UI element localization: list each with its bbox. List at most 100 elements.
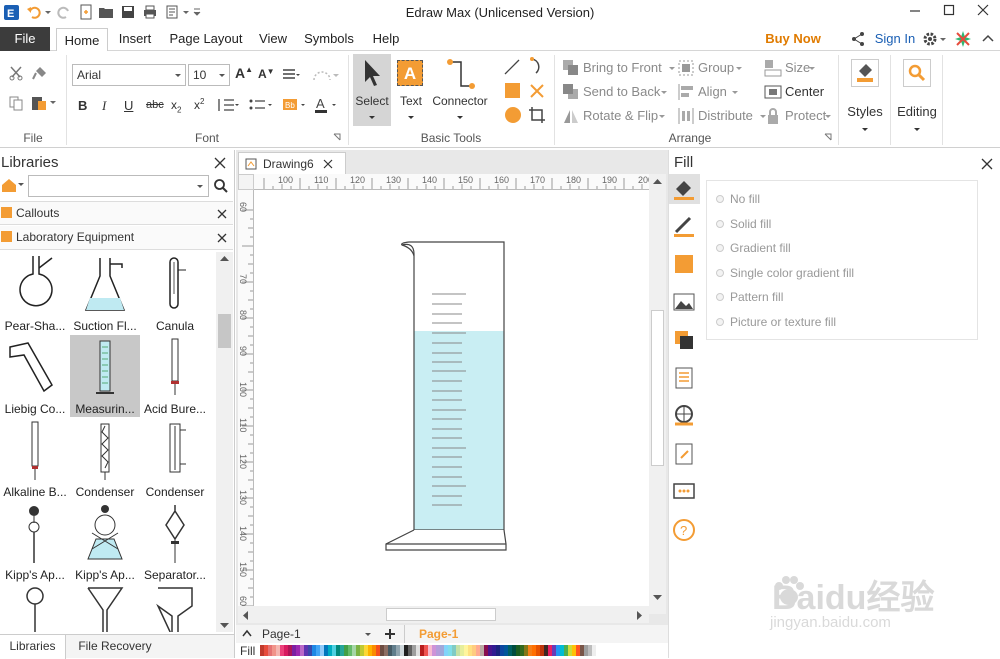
measuring-cylinder-shape[interactable] <box>254 190 649 614</box>
undo-dropdown-icon[interactable] <box>44 4 52 20</box>
library-item-funnel[interactable] <box>70 584 140 632</box>
fill-option-gradient-fill[interactable]: Gradient fill <box>730 241 791 255</box>
tab-symbols[interactable]: Symbols <box>300 27 358 51</box>
rectangle-tool-icon[interactable] <box>505 83 520 98</box>
cut-icon[interactable] <box>8 65 24 81</box>
document-tab[interactable]: Drawing6 <box>238 152 346 174</box>
fill-option-no-fill[interactable]: No fill <box>730 192 760 206</box>
strikethrough-icon[interactable]: abc <box>146 99 164 111</box>
page-select[interactable]: Page-1 <box>260 626 374 642</box>
crop-tool-icon[interactable] <box>528 106 546 124</box>
radio-solid-fill[interactable] <box>716 220 724 228</box>
drawing-canvas[interactable] <box>254 190 649 614</box>
library-item-separator-funnel[interactable]: Separator... <box>140 501 210 583</box>
styles-button[interactable]: Styles <box>842 54 888 142</box>
library-item-condenser-2[interactable]: Condenser <box>140 418 210 500</box>
new-file-icon[interactable] <box>78 4 94 20</box>
export-icon[interactable] <box>165 4 181 20</box>
page-tab[interactable]: Page-1 <box>419 627 458 641</box>
scroll-up-icon[interactable] <box>220 255 229 262</box>
radio-no-fill[interactable] <box>716 195 724 203</box>
library-item-measuring-cylinder[interactable]: Measurin... <box>70 335 140 417</box>
layers-icon[interactable] <box>672 328 696 352</box>
scrollbar-thumb[interactable] <box>218 314 231 348</box>
fill-option-picture-fill[interactable]: Picture or texture fill <box>730 315 836 329</box>
line-style-icon[interactable] <box>312 68 340 82</box>
settings-dropdown-icon[interactable] <box>939 31 947 47</box>
tab-view[interactable]: View <box>255 27 291 51</box>
library-item-acid-burette[interactable]: Acid Bure... <box>140 335 210 417</box>
library-item-condenser[interactable]: Condenser <box>70 418 140 500</box>
fill-option-pattern-fill[interactable]: Pattern fill <box>730 290 783 304</box>
close-tab-icon[interactable] <box>323 159 333 169</box>
cross-tool-icon[interactable] <box>528 82 546 100</box>
connector-tool-button[interactable]: Connector <box>430 54 490 126</box>
library-item-buchner-funnel[interactable] <box>140 584 210 632</box>
font-dialog-launcher-icon[interactable] <box>333 133 341 141</box>
editing-button[interactable]: Editing <box>894 54 940 142</box>
close-section-icon[interactable] <box>217 209 227 219</box>
tab-libraries[interactable]: Libraries <box>0 635 66 659</box>
library-section-laboratory[interactable]: Laboratory Equipment <box>0 226 233 250</box>
share-icon[interactable] <box>850 31 866 47</box>
superscript-icon[interactable]: x2 <box>194 97 204 112</box>
scrollbar-thumb[interactable] <box>651 310 664 466</box>
minimize-icon[interactable] <box>907 2 923 18</box>
scroll-left-icon[interactable] <box>242 611 249 620</box>
scroll-down-icon[interactable] <box>653 594 662 601</box>
save-icon[interactable] <box>120 4 136 20</box>
library-item-pipette[interactable] <box>0 584 70 632</box>
align-text-icon[interactable] <box>282 68 300 82</box>
globe-icon[interactable] <box>672 404 696 428</box>
paste-dropdown-icon[interactable] <box>49 99 57 107</box>
canvas-vertical-scrollbar[interactable] <box>649 174 666 614</box>
close-section-icon[interactable] <box>217 233 227 243</box>
shrink-font-icon[interactable]: A▼ <box>258 67 275 81</box>
tab-page-layout[interactable]: Page Layout <box>166 27 246 51</box>
close-fill-panel-icon[interactable] <box>981 158 993 170</box>
tab-home[interactable]: Home <box>56 28 108 52</box>
library-item-pear-flask[interactable]: Pear-Sha... <box>0 252 70 334</box>
tab-insert[interactable]: Insert <box>113 27 157 51</box>
radio-single-color-gradient[interactable] <box>716 269 724 277</box>
add-page-icon[interactable] <box>384 628 396 640</box>
library-item-canula[interactable]: Canula <box>140 252 210 334</box>
line-tool-icon[interactable] <box>503 58 521 76</box>
text-tool-button[interactable]: A Text <box>393 54 429 126</box>
grow-font-icon[interactable]: A▲ <box>235 65 253 81</box>
note-icon[interactable] <box>672 442 696 466</box>
close-libraries-icon[interactable] <box>214 157 226 169</box>
apps-icon[interactable] <box>954 30 972 48</box>
subscript-icon[interactable]: x2 <box>171 98 181 114</box>
library-item-kipp-1[interactable]: Kipp's Ap... <box>0 501 70 583</box>
select-tool-button[interactable]: Select <box>353 54 391 126</box>
library-item-alkaline-burette[interactable]: Alkaline B... <box>0 418 70 500</box>
open-folder-icon[interactable] <box>98 4 114 20</box>
italic-icon[interactable]: I <box>102 98 106 114</box>
paste-icon[interactable] <box>30 95 48 111</box>
library-item-liebig[interactable]: Liebig Co... <box>0 335 70 417</box>
library-item-kipp-2[interactable]: Kipp's Ap... <box>70 501 140 583</box>
arrange-dialog-launcher-icon[interactable] <box>824 133 832 141</box>
shadow-icon[interactable] <box>672 252 696 276</box>
fill-bucket-icon[interactable] <box>672 177 696 201</box>
library-scrollbar[interactable] <box>216 252 233 632</box>
copy-icon[interactable] <box>8 95 24 111</box>
color-swatches[interactable] <box>260 645 596 656</box>
buy-now-link[interactable]: Buy Now <box>764 27 822 51</box>
fill-option-single-color-gradient[interactable]: Single color gradient fill <box>730 266 854 280</box>
quick-access-customize-icon[interactable] <box>193 4 201 20</box>
scroll-right-icon[interactable] <box>636 611 643 620</box>
text-highlight-icon[interactable]: Bb <box>282 97 308 113</box>
export-dropdown-icon[interactable] <box>182 4 190 20</box>
library-search-input[interactable] <box>28 175 209 197</box>
font-color-icon[interactable]: A <box>314 96 340 114</box>
line-style-panel-icon[interactable] <box>672 214 696 238</box>
underline-icon[interactable]: U <box>124 98 133 113</box>
redo-icon[interactable] <box>56 4 72 20</box>
help-icon[interactable]: ? <box>672 518 696 542</box>
print-icon[interactable] <box>142 4 158 20</box>
radio-picture-fill[interactable] <box>716 318 724 326</box>
undo-icon[interactable] <box>26 4 42 20</box>
page-properties-icon[interactable] <box>672 366 696 390</box>
